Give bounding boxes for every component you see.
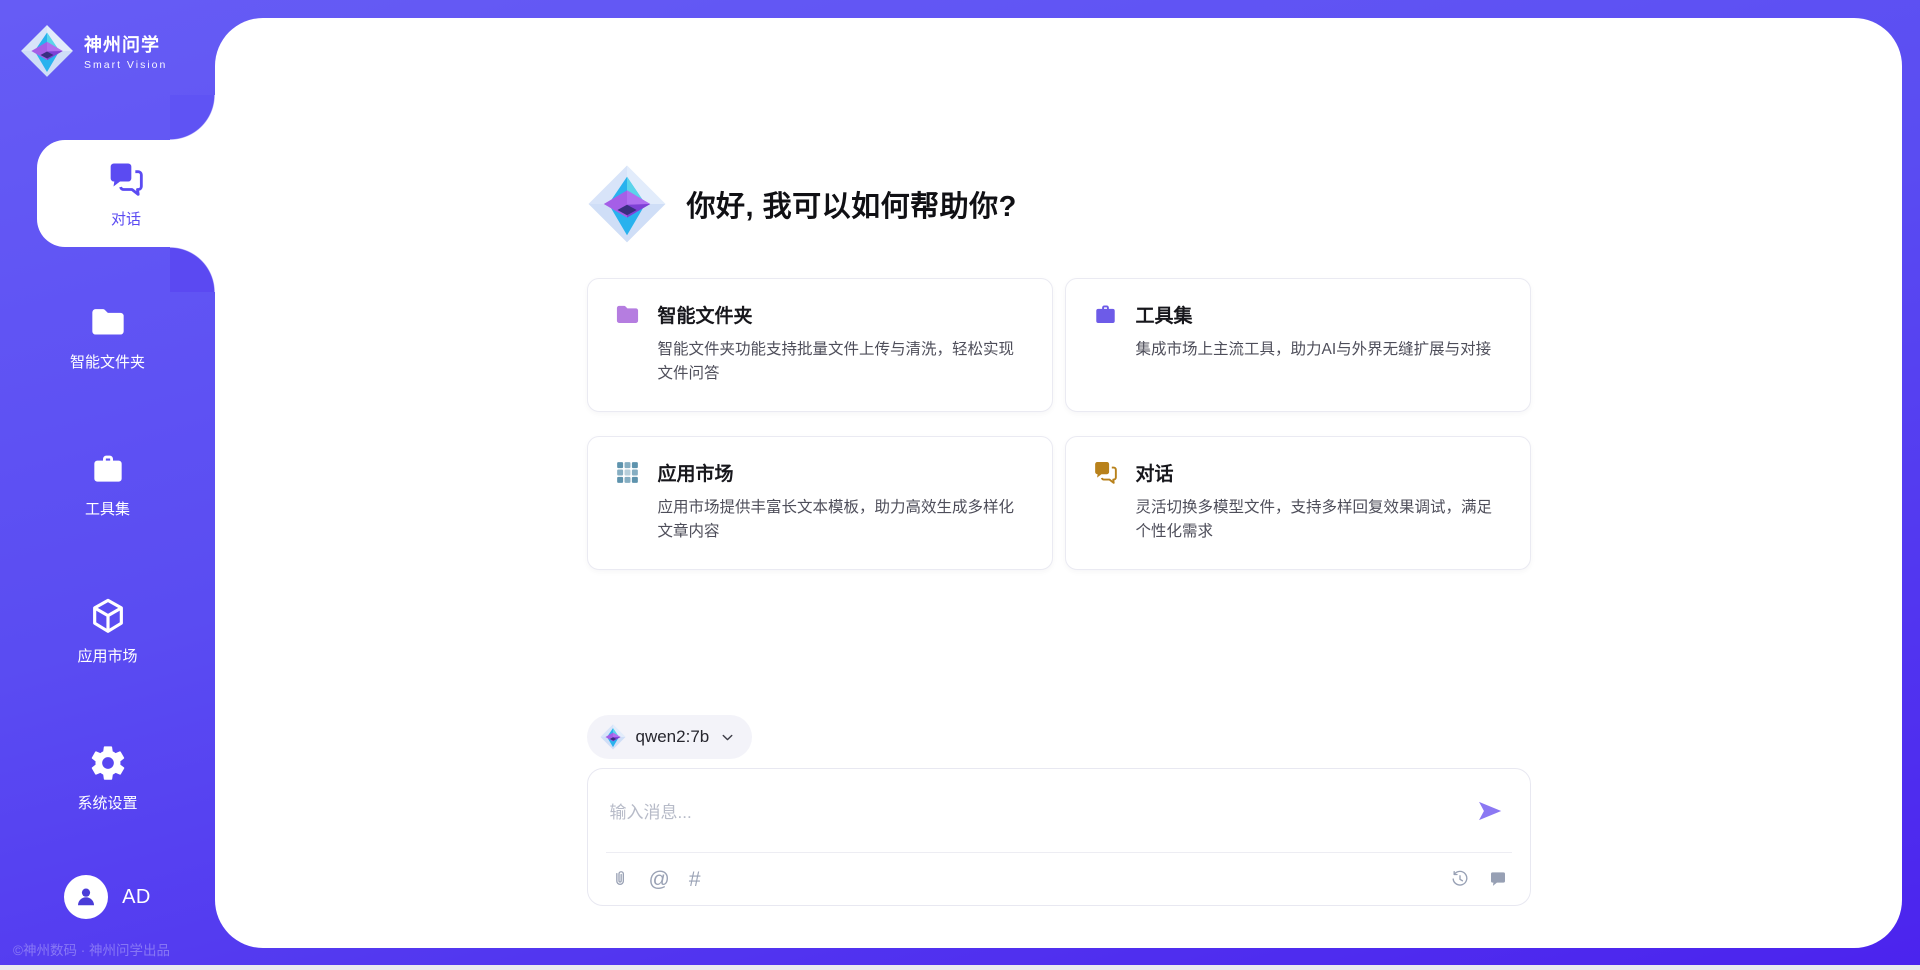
model-logo-icon (600, 724, 626, 750)
card-description: 智能文件夹功能支持批量文件上传与清洗，轻松实现文件问答 (614, 338, 1026, 387)
card-toolset[interactable]: 工具集 集成市场上主流工具，助力AI与外界无缝扩展与对接 (1065, 278, 1531, 412)
brand-text: 神州问学 Smart Vision (84, 31, 167, 71)
card-description: 灵活切换多模型文件，支持多样回复效果调试，满足个性化需求 (1092, 496, 1504, 545)
sidebar-nav: 对话 智能文件夹 工具集 应用市场 系统设置 (0, 140, 215, 828)
folder-icon (614, 301, 641, 328)
composer: qwen2:7b @ # (587, 715, 1531, 906)
card-title: 智能文件夹 (658, 301, 753, 328)
sidebar-item-settings[interactable]: 系统设置 (0, 728, 215, 828)
card-description: 集成市场上主流工具，助力AI与外界无缝扩展与对接 (1092, 338, 1504, 362)
card-app-market[interactable]: 应用市场 应用市场提供丰富长文本模板，助力高效生成多样化文章内容 (587, 436, 1053, 570)
history-icon (1450, 869, 1470, 889)
mention-button[interactable]: @ (649, 869, 670, 890)
toolbar-right (1450, 869, 1508, 889)
folder-icon (88, 302, 128, 342)
card-title: 应用市场 (658, 459, 734, 486)
send-icon (1476, 797, 1504, 825)
sidebar-item-label: 应用市场 (77, 645, 137, 666)
user-name: AD (122, 886, 151, 909)
toolbox-icon (88, 449, 128, 489)
card-chat[interactable]: 对话 灵活切换多模型文件，支持多样回复效果调试，满足个性化需求 (1065, 436, 1531, 570)
sidebar-item-chat[interactable]: 对话 (37, 140, 215, 247)
sidebar-item-label: 系统设置 (77, 792, 137, 813)
brand-subtitle: Smart Vision (84, 59, 167, 71)
sidebar-footer: ©神州数码 · 神州问学出品 (13, 939, 170, 959)
paperclip-icon (610, 869, 630, 889)
attach-button[interactable] (610, 869, 630, 889)
screen-edge-strip (0, 965, 1920, 970)
message-input[interactable] (610, 781, 1460, 841)
sidebar-item-app-market[interactable]: 应用市场 (0, 581, 215, 681)
feature-cards: 智能文件夹 智能文件夹功能支持批量文件上传与清洗，轻松实现文件问答 工具集 集成… (587, 278, 1531, 570)
sidebar-item-smart-folder[interactable]: 智能文件夹 (0, 287, 215, 387)
card-header: 工具集 (1092, 301, 1504, 328)
chevron-down-icon (719, 729, 736, 746)
chat-icon (1092, 459, 1119, 486)
card-title: 工具集 (1136, 301, 1193, 328)
toolbar-left: @ # (610, 869, 701, 890)
card-smart-folder[interactable]: 智能文件夹 智能文件夹功能支持批量文件上传与清洗，轻松实现文件问答 (587, 278, 1053, 412)
input-row (588, 769, 1530, 852)
grid-icon (614, 459, 641, 486)
input-toolbar: @ # (588, 853, 1530, 905)
chat-bubble-icon (1488, 869, 1508, 889)
sidebar-item-toolset[interactable]: 工具集 (0, 434, 215, 534)
person-icon (73, 884, 99, 910)
card-header: 应用市场 (614, 459, 1026, 486)
card-header: 对话 (1092, 459, 1504, 486)
card-description: 应用市场提供丰富长文本模板，助力高效生成多样化文章内容 (614, 496, 1026, 545)
quick-chat-button[interactable] (1488, 869, 1508, 889)
cube-icon (88, 596, 128, 636)
hero: 你好, 我可以如何帮助你? (587, 164, 1531, 244)
user-profile[interactable]: AD (0, 875, 215, 919)
hash-button[interactable]: # (689, 869, 701, 890)
sidebar-item-label: 智能文件夹 (70, 351, 145, 372)
chat-icon (106, 159, 146, 199)
send-button[interactable] (1476, 797, 1504, 825)
model-selector[interactable]: qwen2:7b (587, 715, 753, 759)
brand: 神州问学 Smart Vision (0, 0, 215, 78)
avatar (64, 875, 108, 919)
history-button[interactable] (1450, 869, 1470, 889)
greeting-title: 你好, 我可以如何帮助你? (687, 183, 1017, 225)
card-title: 对话 (1136, 459, 1174, 486)
brand-logo-icon (20, 24, 74, 78)
model-name: qwen2:7b (636, 727, 710, 747)
message-input-box: @ # (587, 768, 1531, 906)
toolbox-icon (1092, 301, 1119, 328)
sidebar-item-label: 对话 (111, 208, 141, 229)
gear-icon (88, 743, 128, 783)
card-header: 智能文件夹 (614, 301, 1026, 328)
sidebar-item-label: 工具集 (85, 498, 130, 519)
sidebar: 神州问学 Smart Vision 对话 智能文件夹 工具集 应用市场 系统设置 (0, 0, 215, 970)
brand-name: 神州问学 (84, 31, 167, 57)
hero-logo-icon (587, 164, 667, 244)
main-panel: 你好, 我可以如何帮助你? 智能文件夹 智能文件夹功能支持批量文件上传与清洗，轻… (215, 18, 1902, 948)
